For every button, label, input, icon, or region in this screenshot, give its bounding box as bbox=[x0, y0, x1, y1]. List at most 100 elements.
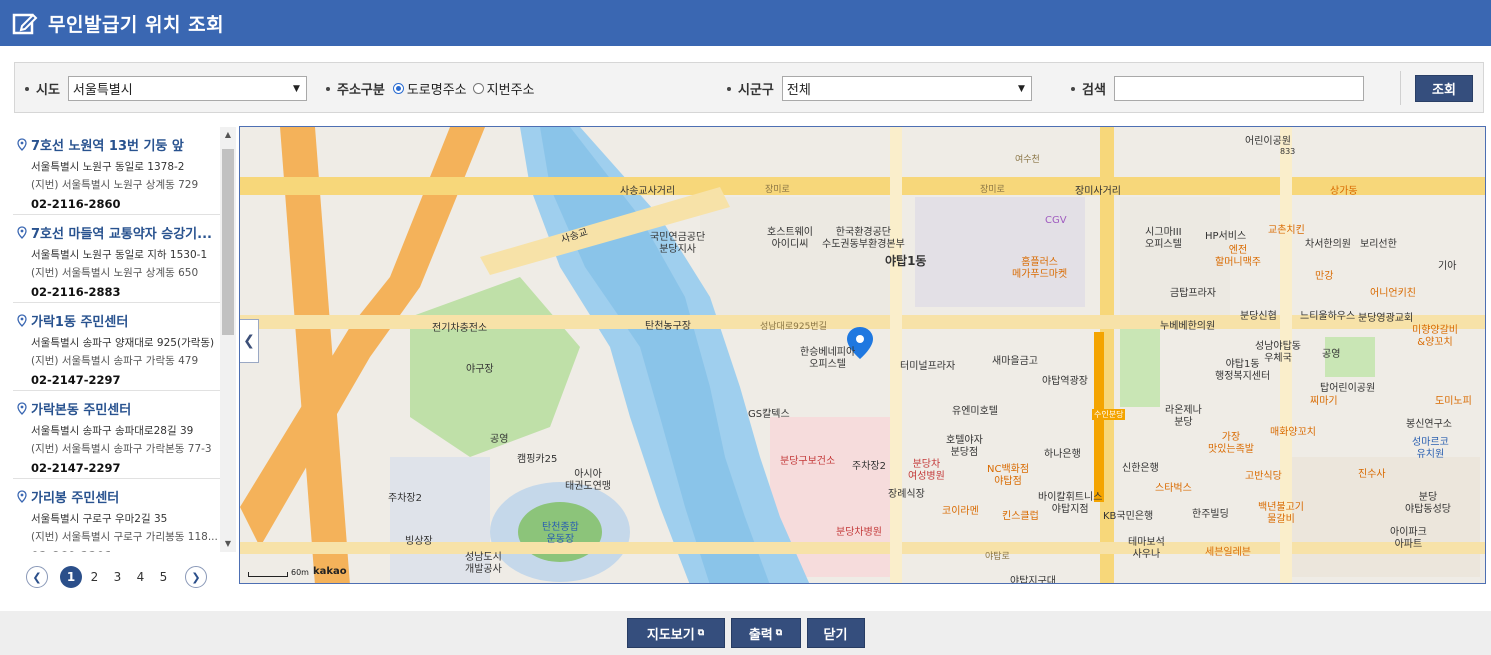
page-current[interactable]: 1 bbox=[60, 566, 82, 588]
print-label: 출력 bbox=[748, 627, 773, 643]
bottom-bar: 지도보기 ⧉ 출력 ⧉ 닫기 bbox=[0, 611, 1491, 655]
map-label: 야탑로 bbox=[985, 552, 1010, 562]
list-scrollbar[interactable]: ▲ ▼ bbox=[220, 127, 236, 552]
print-button[interactable]: 출력 ⧉ bbox=[730, 618, 801, 648]
map-label: KB국민은행 bbox=[1103, 511, 1154, 522]
jibun-address: (지번) 서울특별시 송파구 가락본동 77-3 bbox=[31, 443, 212, 455]
keyword-label: 검색 bbox=[1082, 83, 1106, 98]
map-label: 야탑1동 bbox=[885, 254, 927, 268]
scroll-up-icon[interactable]: ▲ bbox=[220, 127, 236, 143]
list-item-title[interactable]: 가락1동 주민센터 bbox=[31, 311, 128, 330]
map-view-button[interactable]: 지도보기 ⧉ bbox=[626, 618, 725, 648]
map-label: 분당 야탑동성당 bbox=[1405, 492, 1451, 515]
map-label: 한국환경공단 수도권동부환경본부 bbox=[822, 227, 905, 250]
list-item-title[interactable]: 7호선 노원역 13번 기둥 앞 bbox=[31, 135, 184, 154]
map-label: 아시아 태권도연맹 bbox=[565, 469, 611, 492]
map-view[interactable]: ❮ 사송교사거리 장미로 장미로 장미사거리 국민연금공단 분당지사 호스트웨이… bbox=[239, 126, 1486, 584]
map-label: 장미사거리 bbox=[1075, 186, 1121, 197]
map-scale: 60m kakao bbox=[248, 566, 347, 577]
search-panel: 시도 서울특별시 ▼ 주소구분 도로명주소 지번주소 시군구 전체 ▼ 검색 조… bbox=[14, 62, 1484, 113]
map-label: 성남야탑동 우체국 bbox=[1255, 341, 1301, 364]
list-item-title[interactable]: 가리봉 주민센터 bbox=[31, 487, 119, 506]
location-pin-icon bbox=[17, 490, 27, 503]
map-label: 미향양갈비 &양꼬치 bbox=[1412, 325, 1458, 348]
map-label: 테마보석 사우나 bbox=[1128, 537, 1165, 560]
external-link-icon: ⧉ bbox=[697, 628, 705, 638]
keyword-field: 검색 bbox=[1071, 63, 1364, 114]
map-label: HP서비스 bbox=[1205, 231, 1247, 242]
search-button[interactable]: 조회 bbox=[1415, 75, 1473, 102]
map-label: 찌마기 bbox=[1310, 396, 1338, 407]
map-label: 수인분당 bbox=[1092, 409, 1126, 420]
map-label: 엔전 할머니맥주 bbox=[1215, 245, 1261, 268]
phone-number: 02-2147-2297 bbox=[31, 373, 121, 387]
scroll-down-icon[interactable]: ▼ bbox=[220, 536, 236, 552]
map-label: 아이파크 아파트 bbox=[1390, 527, 1427, 550]
map-label: 사송교사거리 bbox=[620, 186, 676, 197]
map-label: CGV bbox=[1045, 215, 1067, 226]
map-label: 공영 bbox=[1322, 349, 1341, 360]
sido-select[interactable]: 서울특별시 ▼ bbox=[67, 76, 307, 101]
map-label: 기아 bbox=[1438, 261, 1457, 272]
radio-jibun-address[interactable] bbox=[472, 83, 484, 94]
page-link[interactable]: 2 bbox=[83, 570, 106, 584]
map-label: 가장 맛있는족발 bbox=[1208, 432, 1254, 455]
list-item[interactable]: 가락1동 주민센터 서울특별시 송파구 양재대로 925(가락동) (지번) 서… bbox=[13, 303, 236, 391]
list-item-title-row[interactable]: 가락1동 주민센터 bbox=[17, 311, 222, 330]
list-item-title-row[interactable]: 가리봉 주민센터 bbox=[17, 487, 222, 506]
map-label: 신한은행 bbox=[1122, 463, 1159, 474]
map-label: 누베베한의원 bbox=[1160, 321, 1216, 332]
list-item[interactable]: 가리봉 주민센터 서울특별시 구로구 우마2길 35 (지번) 서울특별시 구로… bbox=[13, 479, 236, 552]
map-label: 유엔미호텔 bbox=[952, 406, 998, 417]
jibun-address: (지번) 서울특별시 송파구 가락동 479 bbox=[31, 355, 199, 367]
map-label: 어니언키친 bbox=[1370, 288, 1416, 299]
title-bar: 무인발급기 위치 조회 bbox=[0, 0, 1491, 46]
map-label: 바이칼휘트니스 야탑지점 bbox=[1038, 492, 1103, 515]
map-label: 만강 bbox=[1315, 271, 1334, 282]
sido-label: 시도 bbox=[36, 83, 60, 98]
bullet-icon bbox=[25, 86, 29, 91]
radio-jibun-address-label[interactable]: 지번주소 bbox=[487, 79, 535, 98]
list-item-title[interactable]: 가락본동 주민센터 bbox=[31, 399, 131, 418]
map-label: NC백화점 야탑점 bbox=[987, 464, 1030, 487]
keyword-input[interactable] bbox=[1113, 76, 1364, 101]
chevron-left-icon: ❮ bbox=[243, 333, 255, 349]
road-address: 서울특별시 구로구 우마2길 35 bbox=[31, 513, 168, 525]
map-label: 야구장 bbox=[466, 364, 494, 375]
next-page-button[interactable]: ❯ bbox=[185, 566, 207, 588]
kakao-logo: kakao bbox=[312, 566, 347, 577]
map-label: 주차장2 bbox=[852, 461, 886, 472]
scale-bar bbox=[248, 572, 288, 577]
page-link[interactable]: 3 bbox=[106, 570, 129, 584]
address-type-field: 주소구분 도로명주소 지번주소 bbox=[326, 63, 541, 114]
list-item[interactable]: 7호선 노원역 13번 기둥 앞 서울특별시 노원구 동일로 1378-2 (지… bbox=[13, 127, 236, 215]
road-address: 서울특별시 송파구 송파대로28길 39 bbox=[31, 425, 194, 437]
map-label: 라온제나 분당 bbox=[1165, 405, 1202, 428]
page-link[interactable]: 5 bbox=[152, 570, 175, 584]
divider bbox=[1400, 71, 1401, 105]
map-label: 캠핑카25 bbox=[517, 454, 558, 465]
map-label: 호텔야자 분당점 bbox=[946, 435, 983, 458]
list-item-title-row[interactable]: 가락본동 주민센터 bbox=[17, 399, 222, 418]
list-item-title-row[interactable]: 7호선 마들역 교통약자 승강기... bbox=[17, 223, 222, 242]
bullet-icon bbox=[326, 86, 330, 91]
page-link[interactable]: 4 bbox=[129, 570, 152, 584]
list-item[interactable]: 7호선 마들역 교통약자 승강기... 서울특별시 노원구 동일로 지하 153… bbox=[13, 215, 236, 303]
page-title: 무인발급기 위치 조회 bbox=[48, 13, 225, 36]
scroll-thumb[interactable] bbox=[222, 149, 234, 335]
radio-road-address-label[interactable]: 도로명주소 bbox=[407, 79, 467, 98]
sigungu-select[interactable]: 전체 ▼ bbox=[781, 76, 1032, 101]
list-item[interactable]: 가락본동 주민센터 서울특별시 송파구 송파대로28길 39 (지번) 서울특별… bbox=[13, 391, 236, 479]
radio-road-address[interactable] bbox=[392, 83, 404, 94]
map-label: 하나은행 bbox=[1044, 449, 1081, 460]
map-label: 새마을금고 bbox=[992, 356, 1038, 367]
prev-page-button[interactable]: ❮ bbox=[26, 566, 48, 588]
list-item-title[interactable]: 7호선 마들역 교통약자 승강기... bbox=[31, 223, 212, 242]
phone-number: 02-860-2301 bbox=[31, 549, 236, 552]
chevron-down-icon: ▼ bbox=[1017, 83, 1025, 94]
chevron-right-icon: ❯ bbox=[191, 570, 201, 584]
list-item-title-row[interactable]: 7호선 노원역 13번 기둥 앞 bbox=[17, 135, 222, 154]
map-label: 한승베네피아 오피스텔 bbox=[800, 347, 856, 370]
close-button[interactable]: 닫기 bbox=[806, 618, 865, 648]
collapse-list-button[interactable]: ❮ bbox=[240, 319, 259, 363]
